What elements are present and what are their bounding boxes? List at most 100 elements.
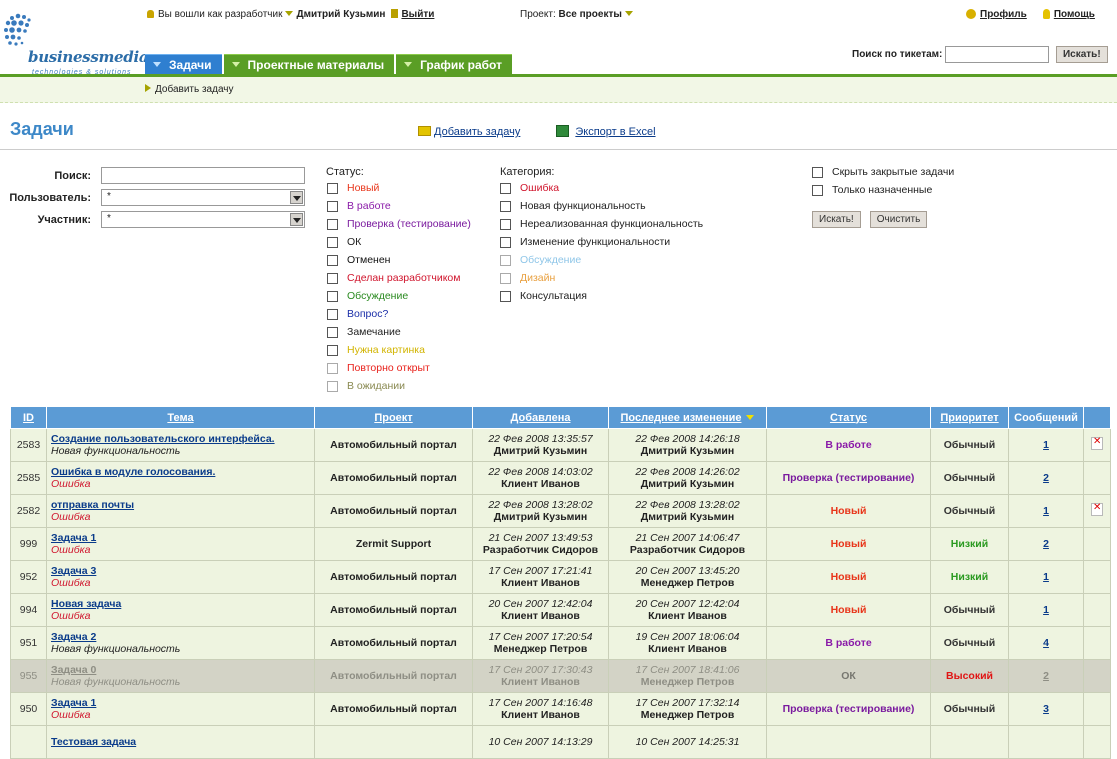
task-title-link[interactable]: Тестовая задача (51, 736, 310, 748)
status-option[interactable]: Замечание (327, 323, 471, 341)
category-checkbox[interactable] (500, 236, 511, 248)
task-messages-link[interactable]: 2 (1043, 538, 1049, 550)
column-header-link[interactable]: Добавлена (511, 412, 571, 424)
column-header-link[interactable]: Последнее изменение (621, 412, 742, 424)
category-checkbox[interactable] (500, 272, 511, 284)
search-input[interactable] (101, 167, 305, 184)
column-header-priority[interactable]: Приоритет (930, 406, 1009, 429)
category-checkbox[interactable] (500, 182, 511, 194)
task-title-link[interactable]: Задача 2 (51, 631, 310, 643)
task-messages-link[interactable]: 2 (1043, 472, 1049, 484)
ticket-search-button[interactable]: Искать! (1055, 46, 1108, 63)
category-option[interactable]: Новая функциональность (500, 197, 703, 215)
delete-icon[interactable] (1091, 436, 1103, 450)
add-task-link[interactable]: Добавить задачу (434, 126, 520, 138)
column-header-title[interactable]: Тема (46, 406, 315, 429)
only-assigned-option[interactable]: Только назначенные (812, 181, 954, 199)
task-messages-link[interactable]: 1 (1043, 505, 1049, 517)
task-title-link[interactable]: Задача 3 (51, 565, 310, 577)
status-option[interactable]: Проверка (тестирование) (327, 215, 471, 233)
profile-link[interactable]: Профиль (980, 9, 1027, 20)
category-option[interactable]: Дизайн (500, 269, 703, 287)
delete-icon[interactable] (1091, 502, 1103, 516)
status-checkbox[interactable] (327, 362, 338, 374)
status-option[interactable]: Отменен (327, 251, 471, 269)
column-header-added[interactable]: Добавлена (472, 406, 609, 429)
task-title-link[interactable]: Задача 1 (51, 697, 310, 709)
export-excel-link[interactable]: Экспорт в Excel (575, 126, 655, 138)
status-checkbox[interactable] (327, 218, 338, 230)
status-option[interactable]: Обсуждение (327, 287, 471, 305)
status-option[interactable]: В работе (327, 197, 471, 215)
status-checkbox[interactable] (327, 182, 338, 194)
ticket-search-input[interactable] (945, 46, 1050, 63)
status-option[interactable]: Новый (327, 179, 471, 197)
column-header-last-change[interactable]: Последнее изменение (608, 406, 767, 429)
column-header-status[interactable]: Статус (766, 406, 931, 429)
status-checkbox[interactable] (327, 308, 338, 320)
logo[interactable]: businessmedia technologies & solutions (2, 10, 152, 76)
task-title-link[interactable]: отправка почты (51, 499, 310, 511)
status-checkbox[interactable] (327, 254, 338, 266)
column-header-link[interactable]: Проект (374, 412, 412, 424)
tab-project-materials[interactable]: Проектные материалы (223, 54, 395, 74)
column-header-link[interactable]: Статус (830, 412, 867, 424)
column-header-link[interactable]: Приоритет (940, 412, 998, 424)
task-messages-link[interactable]: 3 (1043, 703, 1049, 715)
user-filter-select[interactable]: * (101, 189, 305, 206)
category-checkbox[interactable] (500, 254, 511, 266)
chevron-down-icon[interactable] (624, 11, 633, 16)
tab-schedule[interactable]: График работ (396, 54, 512, 74)
only-assigned-checkbox[interactable] (812, 184, 823, 196)
help-link[interactable]: Помощь (1054, 9, 1095, 20)
dropdown-arrow-icon[interactable] (290, 213, 303, 226)
hide-closed-option[interactable]: Скрыть закрытые задачи (812, 163, 954, 181)
status-option[interactable]: В ожидании (327, 377, 471, 395)
task-title-link[interactable]: Ошибка в модуле голосования. (51, 466, 310, 478)
project-selector[interactable]: Проект: Все проекты (520, 9, 636, 20)
logout-link[interactable]: Выйти (401, 9, 434, 20)
task-messages-link[interactable]: 2 (1043, 670, 1049, 682)
task-title-link[interactable]: Создание пользовательского интерфейса. (51, 433, 310, 445)
task-messages-link[interactable]: 4 (1043, 637, 1049, 649)
status-checkbox[interactable] (327, 290, 338, 302)
column-header-link[interactable]: ID (23, 412, 34, 424)
task-messages-link[interactable]: 1 (1043, 571, 1049, 583)
task-messages-link[interactable]: 1 (1043, 604, 1049, 616)
category-option[interactable]: Нереализованная функциональность (500, 215, 703, 233)
tab-tasks[interactable]: Задачи (145, 54, 222, 74)
category-option[interactable]: Ошибка (500, 179, 703, 197)
category-option[interactable]: Консультация (500, 287, 703, 305)
category-option[interactable]: Обсуждение (500, 251, 703, 269)
task-title-link[interactable]: Задача 1 (51, 532, 310, 544)
status-checkbox[interactable] (327, 236, 338, 248)
filter-search-button[interactable]: Искать! (812, 211, 861, 228)
category-checkbox[interactable] (500, 200, 511, 212)
status-checkbox[interactable] (327, 344, 338, 356)
filter-clear-button[interactable]: Очистить (869, 211, 928, 228)
column-header-link[interactable]: Тема (167, 412, 193, 424)
project-value[interactable]: Все проекты (559, 9, 622, 20)
status-checkbox[interactable] (327, 200, 338, 212)
category-option[interactable]: Изменение функциональности (500, 233, 703, 251)
subnav-add-task[interactable]: Добавить задачу (145, 84, 234, 95)
column-header-project[interactable]: Проект (314, 406, 473, 429)
task-title-link[interactable]: Задача 0 (51, 664, 310, 676)
column-header-id[interactable]: ID (10, 406, 47, 429)
dropdown-arrow-icon[interactable] (290, 191, 303, 204)
status-option[interactable]: Повторно открыт (327, 359, 471, 377)
participant-filter-select[interactable]: * (101, 211, 305, 228)
task-messages-link[interactable]: 1 (1043, 439, 1049, 451)
category-checkbox[interactable] (500, 218, 511, 230)
status-checkbox[interactable] (327, 326, 338, 338)
status-checkbox[interactable] (327, 272, 338, 284)
status-checkbox[interactable] (327, 380, 338, 392)
status-option[interactable]: ОК (327, 233, 471, 251)
status-option[interactable]: Нужна картинка (327, 341, 471, 359)
chevron-down-icon[interactable] (285, 11, 294, 16)
status-option[interactable]: Вопрос? (327, 305, 471, 323)
category-checkbox[interactable] (500, 290, 511, 302)
status-option[interactable]: Сделан разработчиком (327, 269, 471, 287)
task-title-link[interactable]: Новая задача (51, 598, 310, 610)
hide-closed-checkbox[interactable] (812, 166, 823, 178)
